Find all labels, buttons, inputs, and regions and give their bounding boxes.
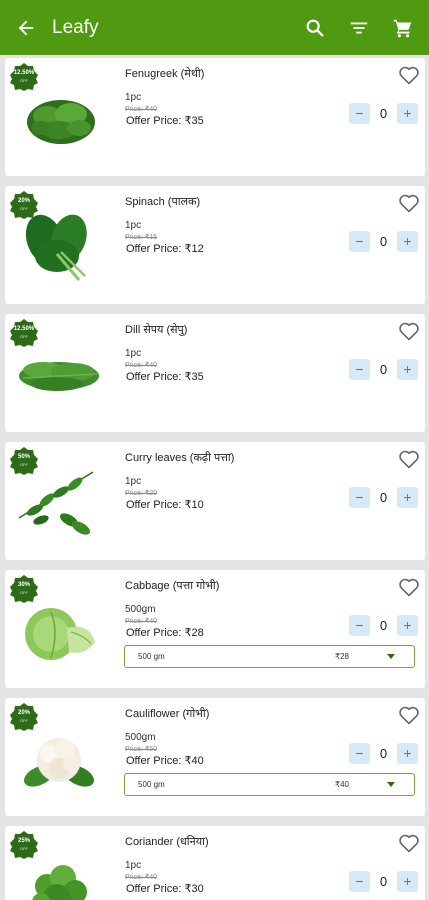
variant-price: ₹40 xyxy=(335,780,349,789)
product-card[interactable]: 12.50% OFF Fenugreek (मेथी) 1pc Price: ₹… xyxy=(5,58,425,176)
search-button[interactable] xyxy=(293,0,337,55)
product-card[interactable]: 12.50% OFF Dill सेपय (सेपु) 1pc Price: ₹… xyxy=(5,314,425,432)
product-quantity: 1pc xyxy=(125,860,142,871)
heart-icon[interactable] xyxy=(397,447,421,471)
quantity-stepper: − 0 + xyxy=(349,870,418,892)
heart-icon[interactable] xyxy=(397,191,421,215)
product-original-price: Price: ₹50 xyxy=(125,746,158,753)
variant-size: 500 gm xyxy=(138,780,165,789)
product-quantity: 1pc xyxy=(125,348,142,359)
increment-button[interactable]: + xyxy=(397,230,418,252)
decrement-button[interactable]: − xyxy=(349,358,370,380)
heart-icon[interactable] xyxy=(397,703,421,727)
search-icon xyxy=(306,19,324,37)
curry-leaves-image xyxy=(18,471,94,535)
dropdown-arrow-icon xyxy=(387,654,395,659)
app-title: Leafy xyxy=(52,16,99,38)
increment-button[interactable]: + xyxy=(397,102,418,124)
product-name: Cabbage (पत्ता गोभी) xyxy=(125,580,220,592)
back-button[interactable] xyxy=(0,0,52,55)
product-name: Spinach (पालक) xyxy=(125,196,201,208)
quantity-value: 0 xyxy=(379,873,388,889)
cauliflower-image xyxy=(24,738,94,787)
cabbage-image xyxy=(25,608,95,660)
product-original-price: Price: ₹40 xyxy=(125,106,158,113)
product-original-price: Price: ₹40 xyxy=(125,874,158,881)
product-original-price: Price: ₹40 xyxy=(125,618,158,625)
product-quantity: 1pc xyxy=(125,476,142,487)
product-offer-price: Offer Price: ₹35 xyxy=(126,115,204,127)
product-offer-price: Offer Price: ₹35 xyxy=(126,371,204,383)
product-offer-price: Offer Price: ₹10 xyxy=(126,499,204,511)
product-card[interactable]: 20% OFF Cauliflower (गोभी) 500gm Price: … xyxy=(5,698,425,816)
quantity-value: 0 xyxy=(379,745,388,761)
quantity-stepper: − 0 + xyxy=(349,486,418,508)
product-name: Cauliflower (गोभी) xyxy=(125,708,210,720)
decrement-button[interactable]: − xyxy=(349,742,370,764)
increment-button[interactable]: + xyxy=(397,870,418,892)
increment-button[interactable]: + xyxy=(397,742,418,764)
filter-icon xyxy=(350,22,368,33)
quantity-value: 0 xyxy=(379,489,388,505)
filter-button[interactable] xyxy=(337,0,381,55)
dropdown-arrow-icon xyxy=(387,782,395,787)
heart-icon[interactable] xyxy=(397,63,421,87)
app-bar: Leafy xyxy=(0,0,429,55)
increment-button[interactable]: + xyxy=(397,614,418,636)
variant-select[interactable]: 500 gm ₹28 xyxy=(124,645,415,668)
decrement-button[interactable]: − xyxy=(349,870,370,892)
quantity-value: 0 xyxy=(379,233,388,249)
variant-price: ₹28 xyxy=(335,652,349,661)
increment-button[interactable]: + xyxy=(397,358,418,380)
product-list[interactable]: 12.50% OFF Fenugreek (मेथी) 1pc Price: ₹… xyxy=(0,55,429,900)
arrow-left-icon xyxy=(18,20,34,35)
product-original-price: Price: ₹40 xyxy=(125,362,158,369)
heart-icon[interactable] xyxy=(397,575,421,599)
product-original-price: Price: ₹15 xyxy=(125,234,158,241)
product-card[interactable]: 50% OFF Curry leaves (कढ़ी पत्ता) 1pc Pr… xyxy=(5,442,425,560)
quantity-stepper: − 0 + xyxy=(349,102,418,124)
product-name: Coriander (धनिया) xyxy=(125,836,209,848)
quantity-stepper: − 0 + xyxy=(349,614,418,636)
product-quantity: 500gm xyxy=(125,732,156,743)
decrement-button[interactable]: − xyxy=(349,486,370,508)
cart-button[interactable] xyxy=(381,0,425,55)
quantity-stepper: − 0 + xyxy=(349,230,418,252)
fenugreek-image xyxy=(27,100,95,144)
quantity-stepper: − 0 + xyxy=(349,358,418,380)
quantity-value: 0 xyxy=(379,617,388,633)
variant-select[interactable]: 500 gm ₹40 xyxy=(124,773,415,796)
increment-button[interactable]: + xyxy=(397,486,418,508)
product-quantity: 500gm xyxy=(125,604,156,615)
variant-size: 500 gm xyxy=(138,652,165,661)
product-offer-price: Offer Price: ₹40 xyxy=(126,755,204,767)
coriander-image xyxy=(32,865,87,900)
heart-icon[interactable] xyxy=(397,831,421,855)
product-name: Fenugreek (मेथी) xyxy=(125,68,205,80)
product-offer-price: Offer Price: ₹12 xyxy=(126,243,204,255)
product-original-price: Price: ₹20 xyxy=(125,490,158,497)
product-offer-price: Offer Price: ₹28 xyxy=(126,627,204,639)
product-name: Dill सेपय (सेपु) xyxy=(125,324,188,336)
cart-icon xyxy=(393,19,412,37)
product-offer-price: Offer Price: ₹30 xyxy=(126,883,204,895)
product-card[interactable]: 30% OFF Cabbage (पत्ता गोभी) 500gm Price… xyxy=(5,570,425,688)
product-card[interactable]: 25% OFF Coriander (धनिया) 1pc Price: ₹40… xyxy=(5,826,425,900)
quantity-stepper: − 0 + xyxy=(349,742,418,764)
product-quantity: 1pc xyxy=(125,92,142,103)
quantity-value: 0 xyxy=(379,361,388,377)
heart-icon[interactable] xyxy=(397,319,421,343)
spinach-image xyxy=(25,214,87,281)
product-card[interactable]: 20% OFF Spinach (पालक) 1pc Price: ₹15 Of… xyxy=(5,186,425,304)
decrement-button[interactable]: − xyxy=(349,614,370,636)
quantity-value: 0 xyxy=(379,105,388,121)
product-quantity: 1pc xyxy=(125,220,142,231)
product-name: Curry leaves (कढ़ी पत्ता) xyxy=(125,452,235,464)
decrement-button[interactable]: − xyxy=(349,102,370,124)
decrement-button[interactable]: − xyxy=(349,230,370,252)
dill-image xyxy=(19,362,99,391)
